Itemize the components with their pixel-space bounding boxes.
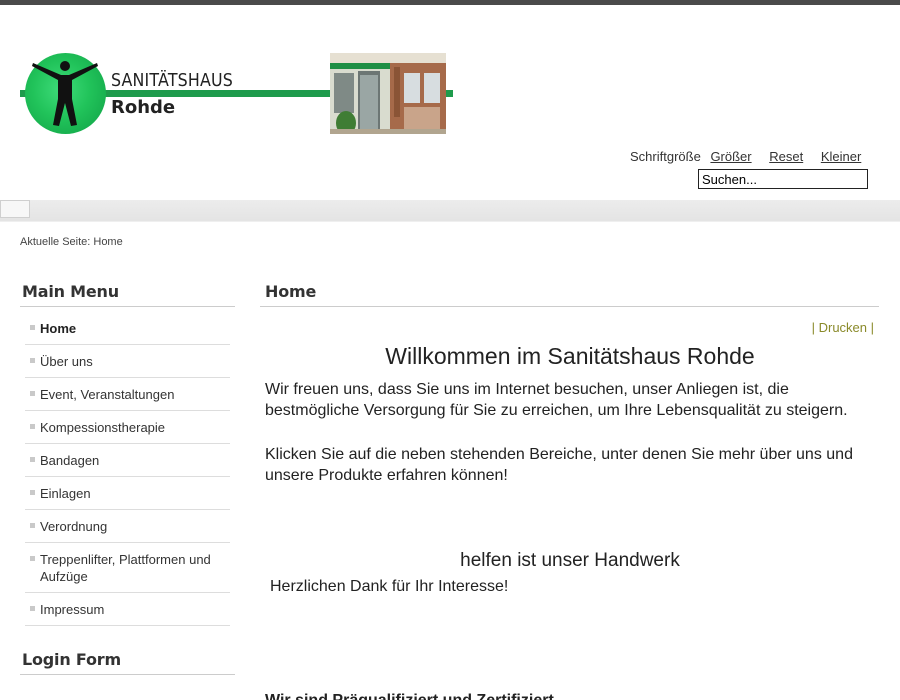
search-input[interactable] <box>698 169 868 189</box>
sidebar-item-label: Einlagen <box>40 486 91 501</box>
main-menu-title: Main Menu <box>22 282 119 301</box>
logo-title: SANITÄTSHAUS <box>111 70 234 91</box>
nav-toggle-button[interactable] <box>0 200 30 218</box>
thanks-text: Herzlichen Dank für Ihr Interesse! <box>270 578 509 595</box>
storefront-photo <box>330 53 446 134</box>
top-border <box>0 0 900 5</box>
logo-circle <box>25 53 106 134</box>
sidebar-item-ueber-uns[interactable]: Über uns <box>25 345 230 378</box>
login-form-title: Login Form <box>22 650 121 669</box>
sidebar-item-kompressionstherapie[interactable]: Kompessionstherapie <box>25 411 230 444</box>
sidebar-item-label: Impressum <box>40 602 105 617</box>
font-reset-link[interactable]: Reset <box>769 149 803 164</box>
navigation-hint-paragraph: Klicken Sie auf die neben stehenden Bere… <box>265 446 853 484</box>
main-menu: Home Über uns Event, Veranstaltungen Kom… <box>25 312 230 626</box>
bullet-icon <box>30 490 35 495</box>
sidebar-item-label: Treppenlifter, Plattformen und Aufzüge <box>40 552 211 584</box>
intro-paragraph: Wir freuen uns, dass Sie uns im Internet… <box>265 381 848 419</box>
sidebar-item-label: Bandagen <box>40 453 100 468</box>
logo-subtitle: Rohde <box>111 97 176 118</box>
content-divider <box>260 306 879 307</box>
sidebar-item-einlagen[interactable]: Einlagen <box>25 477 230 510</box>
bullet-icon <box>30 457 35 462</box>
font-size-label: Schriftgröße <box>630 149 701 164</box>
login-form-divider <box>20 674 235 675</box>
main-menu-divider <box>20 306 235 307</box>
bullet-icon <box>30 556 35 561</box>
person-figure-icon <box>32 61 98 126</box>
font-smaller-link[interactable]: Kleiner <box>821 149 861 164</box>
bullet-icon <box>30 523 35 528</box>
welcome-heading: Willkommen im Sanitätshaus Rohde <box>385 343 755 369</box>
font-bigger-link[interactable]: Größer <box>710 149 751 164</box>
sidebar-item-bandagen[interactable]: Bandagen <box>25 444 230 477</box>
sidebar-item-home[interactable]: Home <box>25 312 230 345</box>
site-logo[interactable]: SANITÄTSHAUS Rohde <box>20 52 460 134</box>
sidebar-item-label: Über uns <box>40 354 93 369</box>
bullet-icon <box>30 325 35 330</box>
print-link[interactable]: | Drucken | <box>812 320 874 335</box>
top-nav-bar <box>0 200 900 222</box>
sidebar-item-label: Kompessionstherapie <box>40 420 166 435</box>
bullet-icon <box>30 606 35 611</box>
sidebar-item-label: Home <box>40 321 77 336</box>
sidebar-item-label: Verordnung <box>40 519 108 534</box>
sidebar-item-label: Event, Veranstaltungen <box>40 387 175 402</box>
sidebar-item-events[interactable]: Event, Veranstaltungen <box>25 378 230 411</box>
bullet-icon <box>30 358 35 363</box>
slogan: helfen ist unser Handwerk <box>460 550 680 571</box>
certification-heading: Wir sind Präqualifiziert und Zertifizier… <box>265 692 554 700</box>
sidebar-item-verordnung[interactable]: Verordnung <box>25 510 230 543</box>
bullet-icon <box>30 391 35 396</box>
font-size-controls: Schriftgröße Größer Reset Kleiner <box>630 149 861 164</box>
page-title: Home <box>265 282 317 301</box>
sidebar-item-treppenlifter[interactable]: Treppenlifter, Plattformen und Aufzüge <box>25 543 230 593</box>
print-link-container: | Drucken | <box>812 320 874 335</box>
bullet-icon <box>30 424 35 429</box>
breadcrumb: Aktuelle Seite: Home <box>20 236 123 248</box>
sidebar-item-impressum[interactable]: Impressum <box>25 593 230 626</box>
